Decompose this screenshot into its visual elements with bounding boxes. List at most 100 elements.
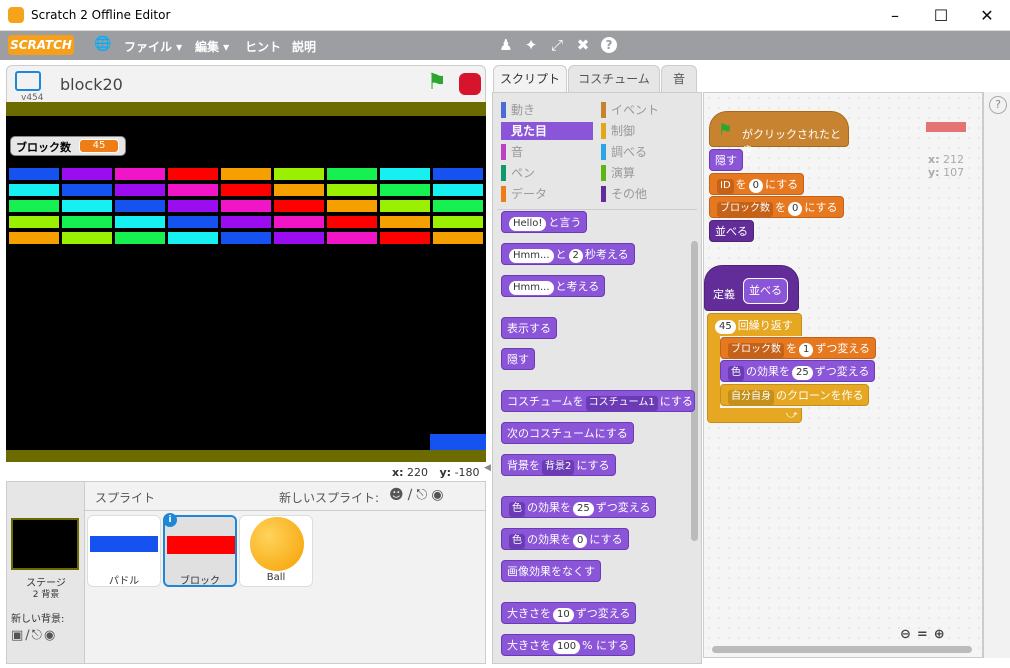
ball-image xyxy=(250,517,304,571)
define-block[interactable]: 定義 並べる xyxy=(704,265,799,311)
brick xyxy=(221,184,271,196)
y-label: y: xyxy=(928,166,940,179)
category-label: 演算 xyxy=(611,166,636,180)
grow-icon[interactable]: ⤢ xyxy=(549,37,565,53)
new-sprite-label: 新しいスプライト: xyxy=(279,491,380,505)
variable-monitor[interactable]: ブロック数 45 xyxy=(10,136,126,156)
globe-icon[interactable]: 🌐 xyxy=(94,36,111,52)
sprite-thumb-block[interactable]: ブロック i xyxy=(163,513,237,587)
brick xyxy=(9,168,59,180)
presentation-mode-icon[interactable] xyxy=(15,71,41,91)
brick xyxy=(274,232,324,244)
menu-file[interactable]: ファイル ▾ xyxy=(124,38,182,55)
x-label: x: xyxy=(928,153,940,166)
change-size-block[interactable]: 大きさを 10 ずつ変える xyxy=(501,602,637,624)
switch-costume-block[interactable]: コスチュームを コスチューム1 にする xyxy=(501,390,695,412)
next-costume-block[interactable]: 次のコスチュームにする xyxy=(501,422,634,444)
window-title: Scratch 2 Offline Editor xyxy=(31,8,171,22)
script-area[interactable]: ⚑ がクリックされたとき 隠す ID を 0 にする ブロック数を 0 にする 並べる x… xyxy=(703,92,983,658)
stage[interactable] xyxy=(6,102,486,462)
hat-block[interactable]: ⚑ がクリックされたとき xyxy=(709,111,849,157)
brick xyxy=(115,216,165,228)
brick xyxy=(380,200,430,212)
stage-thumbnail[interactable] xyxy=(11,518,79,570)
brick xyxy=(327,216,377,228)
minimize-button[interactable]: – xyxy=(872,0,918,31)
category-6[interactable]: 調べる xyxy=(601,143,693,161)
brick xyxy=(62,184,112,196)
clear-effects-block[interactable]: 画像効果をなくす xyxy=(501,560,601,582)
category-8[interactable]: 演算 xyxy=(601,164,693,182)
define-name: 並べる xyxy=(743,278,788,304)
tab-sounds[interactable]: 音 xyxy=(661,65,697,93)
sprite-thumb-paddle[interactable]: パドル xyxy=(87,515,161,587)
sprite-name-label: パドル xyxy=(108,576,140,587)
collapse-arrow-icon[interactable]: ◀ xyxy=(484,463,492,479)
menu-edit[interactable]: 編集 ▾ xyxy=(195,38,229,55)
brick xyxy=(274,216,324,228)
category-10[interactable]: その他 xyxy=(601,185,693,203)
scratch-logo[interactable]: SCRATCH xyxy=(8,35,74,55)
sprite-thumb-ball[interactable]: Ball xyxy=(239,515,313,587)
hide-block[interactable]: 隠す xyxy=(709,149,743,171)
create-clone-block[interactable]: 自分自身 のクローンを作る xyxy=(720,384,870,406)
menu-tips[interactable]: ヒント xyxy=(245,38,281,55)
think-block[interactable]: Hmm... と考える xyxy=(501,275,606,297)
change-effect-block[interactable]: 色の効果を 25 ずつ変える xyxy=(720,360,876,382)
expand-icon[interactable]: ✖ xyxy=(575,37,591,53)
switch-backdrop-block[interactable]: 背景を 背景2 にする xyxy=(501,454,616,476)
category-label: 調べる xyxy=(611,145,648,159)
change-effect-block[interactable]: 色の効果を 25 ずつ変える xyxy=(501,496,657,518)
new-backdrop-label: 新しい背景: xyxy=(11,614,65,625)
say-block[interactable]: Hello! と言う xyxy=(501,211,588,233)
hide-block[interactable]: 隠す xyxy=(501,348,535,370)
new-sprite-tools[interactable]: ☻∕⎋◉ xyxy=(389,487,448,503)
menu-about[interactable]: 説明 xyxy=(292,38,316,55)
zoom-controls[interactable]: ⊖=⊕ xyxy=(900,627,951,642)
category-1[interactable]: 動き xyxy=(501,101,593,119)
brick xyxy=(62,216,112,228)
category-5[interactable]: 音 xyxy=(501,143,593,161)
stamp-icon[interactable]: ♟ xyxy=(498,37,514,53)
call-block[interactable]: 並べる xyxy=(709,220,754,242)
brick xyxy=(168,184,218,196)
help-icon[interactable]: ? xyxy=(601,37,617,53)
show-block[interactable]: 表示する xyxy=(501,317,557,339)
brick xyxy=(168,216,218,228)
think-secs-block[interactable]: Hmm... と 2 秒考える xyxy=(501,243,635,265)
set-count-block[interactable]: ブロック数を 0 にする xyxy=(709,196,844,218)
set-size-block[interactable]: 大きさを 100% にする xyxy=(501,634,636,656)
tab-costumes[interactable]: コスチューム xyxy=(568,65,660,93)
help-icon[interactable]: ? xyxy=(989,96,1007,114)
tab-scripts[interactable]: スクリプト xyxy=(493,65,567,94)
set-effect-block[interactable]: 色の効果を 0 にする xyxy=(501,528,629,550)
category-4[interactable]: 制御 xyxy=(601,122,693,140)
brick xyxy=(168,232,218,244)
sprite-library: ステージ 2 背景 新しい背景: ▣∕⎋◉ スプライト 新しいスプライト: ☻∕… xyxy=(6,481,486,664)
green-flag-icon[interactable]: ⚑ xyxy=(427,72,447,94)
stop-icon[interactable] xyxy=(459,73,481,95)
category-label: データ xyxy=(511,187,548,201)
change-count-block[interactable]: ブロック数を 1 ずつ変える xyxy=(720,337,877,359)
brick xyxy=(380,184,430,196)
category-2[interactable]: イベント xyxy=(601,101,693,119)
brick xyxy=(327,184,377,196)
info-icon[interactable]: i xyxy=(163,513,177,527)
brick xyxy=(433,232,483,244)
divider xyxy=(85,510,485,511)
category-3[interactable]: 見た目 xyxy=(501,122,593,140)
brick xyxy=(433,184,483,196)
script-scrollbar[interactable] xyxy=(712,646,972,653)
maximize-button[interactable]: ☐ xyxy=(918,0,964,31)
category-9[interactable]: データ xyxy=(501,185,593,203)
category-color-bar xyxy=(501,102,506,118)
brick xyxy=(327,168,377,180)
shrink-icon[interactable]: ✦ xyxy=(523,37,539,53)
brick xyxy=(221,200,271,212)
category-label: その他 xyxy=(611,187,648,201)
category-7[interactable]: ペン xyxy=(501,164,593,182)
category-label: 制御 xyxy=(611,124,636,138)
close-button[interactable]: ✕ xyxy=(964,0,1010,31)
backdrop-tools[interactable]: ▣∕⎋◉ xyxy=(11,628,57,643)
set-id-block[interactable]: ID を 0 にする xyxy=(709,173,805,195)
